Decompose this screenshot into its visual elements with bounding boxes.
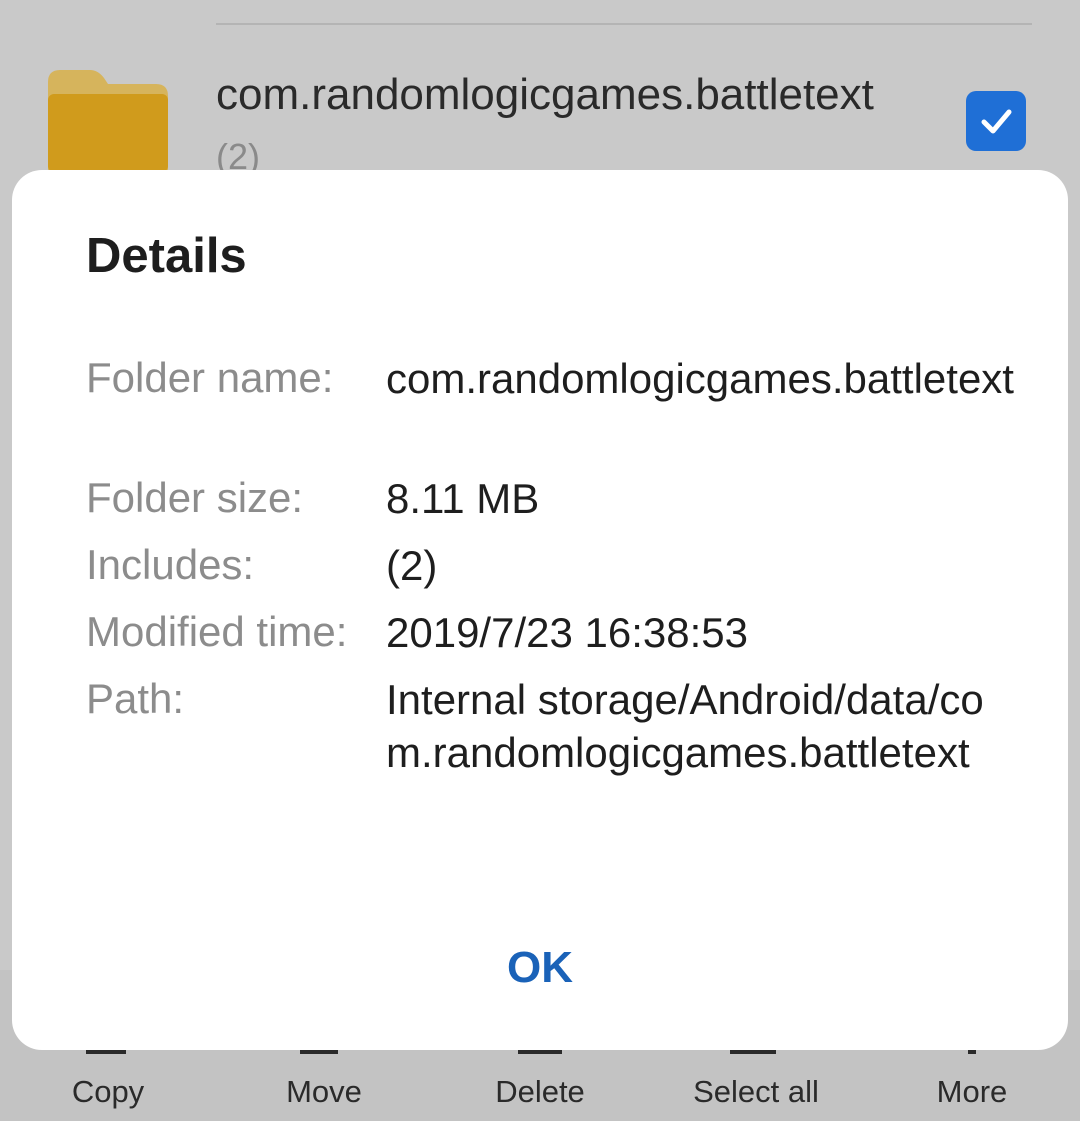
- folder-size-value: 8.11 MB: [386, 475, 540, 522]
- folder-icon: [48, 70, 168, 172]
- delete-label: Delete: [495, 1074, 585, 1109]
- move-label: Move: [286, 1074, 362, 1109]
- includes-value: (2): [386, 542, 438, 589]
- more-label: More: [936, 1074, 1008, 1109]
- divider: [216, 23, 1032, 25]
- dialog-title: Details: [86, 229, 247, 283]
- copy-label: Copy: [71, 1074, 145, 1109]
- details-dialog: Details Folder name: com.randomlogicgame…: [12, 170, 1068, 1050]
- folder-size-label: Folder size:: [86, 474, 304, 521]
- select-all-label: Select all: [693, 1074, 819, 1109]
- includes-label: Includes:: [86, 541, 255, 588]
- modified-time-value: 2019/7/23 16:38:53: [386, 609, 749, 656]
- checkmark-icon: [981, 109, 1012, 134]
- folder-name-label: Folder name:: [86, 354, 334, 401]
- ok-button[interactable]: OK: [460, 932, 620, 1004]
- modified-time-label: Modified time:: [86, 608, 348, 655]
- folder-name-value: com.randomlogicgames.battletext: [386, 355, 1014, 402]
- path-value: Internal storage/Android/data/com.random…: [386, 676, 984, 776]
- item-checkbox[interactable]: [966, 91, 1026, 151]
- file-name[interactable]: com.randomlogicgames.battletext: [216, 70, 874, 120]
- path-label: Path:: [86, 675, 185, 722]
